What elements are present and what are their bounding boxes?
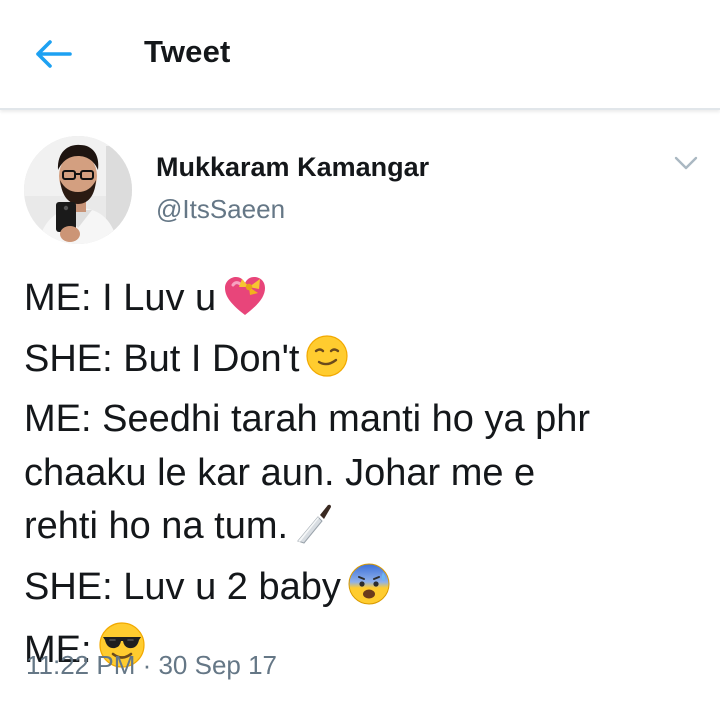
- kitchen-knife-emoji: [294, 501, 334, 561]
- tweet-line: chaaku le kar aun. Johar me e: [24, 451, 536, 494]
- tweet-line: SHE: Luv u 2 baby: [24, 561, 704, 622]
- tweet-line: ME: Seedhi tarah manti ho ya phr: [24, 398, 591, 440]
- arrow-left-icon: [36, 40, 72, 68]
- back-button[interactable]: [28, 30, 80, 78]
- chevron-down-icon: [674, 156, 698, 170]
- anxious-face-with-sweat-emoji: [347, 562, 391, 622]
- tweet-line: rehti ho na tum.: [24, 500, 704, 561]
- tweet-line: SHE: But I Don't: [24, 333, 704, 394]
- tweet-text: ME: I Luv u SHE: But I Don't ME: Seedhi …: [24, 272, 704, 685]
- profile-photo: [24, 136, 132, 244]
- tweet-line: ME: I Luv u: [24, 272, 704, 333]
- smiling-face-emoji: [305, 334, 349, 394]
- author-name[interactable]: Mukkaram Kamangar: [156, 152, 429, 183]
- top-bar: Tweet: [0, 0, 720, 110]
- heart-with-ribbon-emoji: [222, 275, 268, 333]
- avatar[interactable]: [24, 136, 132, 244]
- tweet-timestamp[interactable]: 11:22 PM · 30 Sep 17: [26, 650, 277, 681]
- tweet-screen: Tweet Mukkaram Kamangar @ItsSaeen ME: I …: [0, 0, 720, 703]
- page-title: Tweet: [144, 34, 231, 69]
- author-handle[interactable]: @ItsSaeen: [156, 194, 285, 225]
- tweet-menu-button[interactable]: [670, 150, 702, 176]
